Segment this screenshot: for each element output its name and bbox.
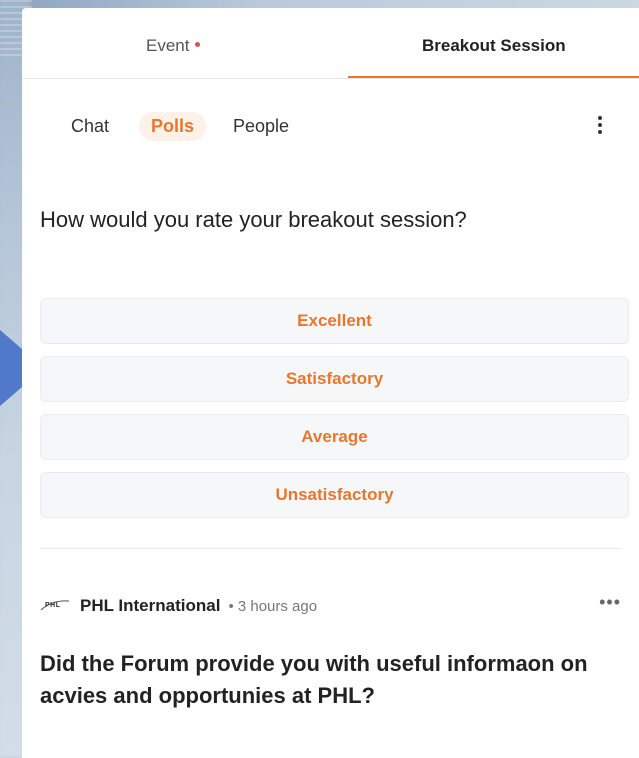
poll-panel: Event Breakout Session Chat Polls People… xyxy=(22,8,639,758)
subtab-people[interactable]: People xyxy=(221,112,301,141)
tab-event-label: Event xyxy=(146,36,190,55)
phl-logo-icon: PHL xyxy=(40,598,70,614)
poll-option-unsatisfactory[interactable]: Unsatisfactory xyxy=(40,472,629,518)
post-header: PHL PHL International • 3 hours ago ••• xyxy=(40,590,629,622)
active-tab-underline xyxy=(348,76,639,78)
kebab-menu-icon[interactable] xyxy=(596,113,604,141)
poll-question: How would you rate your breakout session… xyxy=(40,207,467,232)
notification-dot-icon xyxy=(195,42,201,48)
post-timestamp: • 3 hours ago xyxy=(228,597,318,615)
tab-breakout-label: Breakout Session xyxy=(422,36,566,55)
poll-option-average[interactable]: Average xyxy=(40,414,629,460)
sub-tabs: Chat Polls People xyxy=(22,106,639,146)
logo-text: PHL xyxy=(45,602,61,609)
tab-breakout-session[interactable]: Breakout Session xyxy=(422,36,566,56)
subtab-chat[interactable]: Chat xyxy=(59,112,121,141)
subtab-polls[interactable]: Polls xyxy=(139,112,207,141)
top-tabs: Event Breakout Session xyxy=(22,8,639,79)
poll-option-excellent[interactable]: Excellent xyxy=(40,298,629,344)
poll-question-2: Did the Forum provide you with useful in… xyxy=(40,651,588,708)
more-options-icon[interactable]: ••• xyxy=(599,592,621,613)
divider xyxy=(40,548,620,549)
post-author[interactable]: PHL International xyxy=(80,596,220,616)
tab-event[interactable]: Event xyxy=(146,36,201,56)
poll-options: Excellent Satisfactory Average Unsatisfa… xyxy=(40,298,629,530)
poll-option-satisfactory[interactable]: Satisfactory xyxy=(40,356,629,402)
